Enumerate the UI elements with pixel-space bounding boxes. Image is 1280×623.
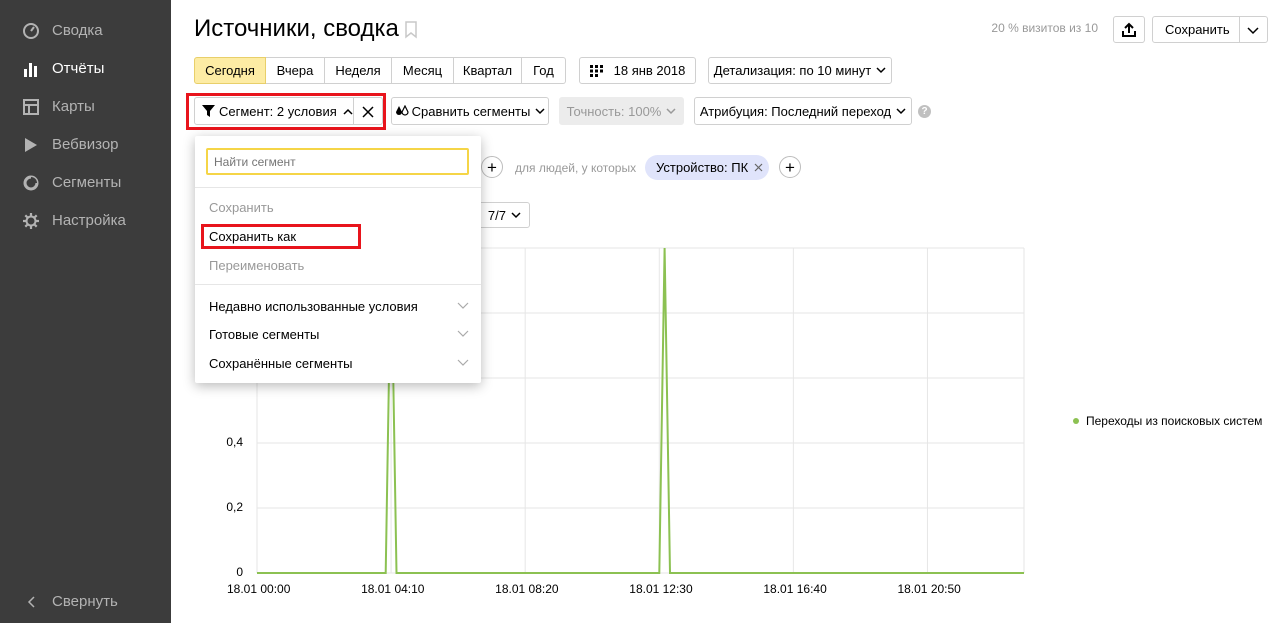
menu-divider: [195, 284, 481, 285]
menu-item-save[interactable]: Сохранить: [209, 200, 274, 215]
x-tick-label: 18.01 00:00: [227, 582, 291, 596]
menu-divider: [195, 187, 481, 188]
y-tick-label: 0,2: [226, 500, 243, 514]
x-tick-label: 18.01 12:30: [629, 582, 693, 596]
line-chart: [256, 247, 1025, 574]
y-tick-label: 0,4: [226, 435, 243, 449]
x-tick-label: 18.01 08:20: [495, 582, 559, 596]
x-tick-label: 18.01 20:50: [897, 582, 961, 596]
menu-item-ready-segments[interactable]: Готовые сегменты: [209, 327, 319, 342]
highlight-frame: [201, 224, 361, 249]
y-tick-label: 0: [236, 565, 243, 579]
segment-menu: Сохранить Сохранить как Переименовать Не…: [195, 136, 481, 383]
chevron-down-icon[interactable]: [457, 330, 469, 338]
x-tick-label: 18.01 04:10: [361, 582, 425, 596]
x-tick-label: 18.01 16:40: [763, 582, 827, 596]
chevron-down-icon[interactable]: [457, 359, 469, 367]
menu-item-saved-segments[interactable]: Сохранённые сегменты: [209, 356, 353, 371]
chart-legend[interactable]: Переходы из поисковых систем: [1073, 414, 1262, 428]
legend-marker: [1073, 418, 1079, 424]
menu-item-recent-conditions[interactable]: Недавно использованные условия: [209, 299, 418, 314]
chevron-down-icon[interactable]: [457, 302, 469, 310]
legend-label: Переходы из поисковых систем: [1086, 414, 1263, 428]
menu-item-rename[interactable]: Переименовать: [209, 258, 304, 273]
segment-search-input[interactable]: [206, 148, 469, 175]
